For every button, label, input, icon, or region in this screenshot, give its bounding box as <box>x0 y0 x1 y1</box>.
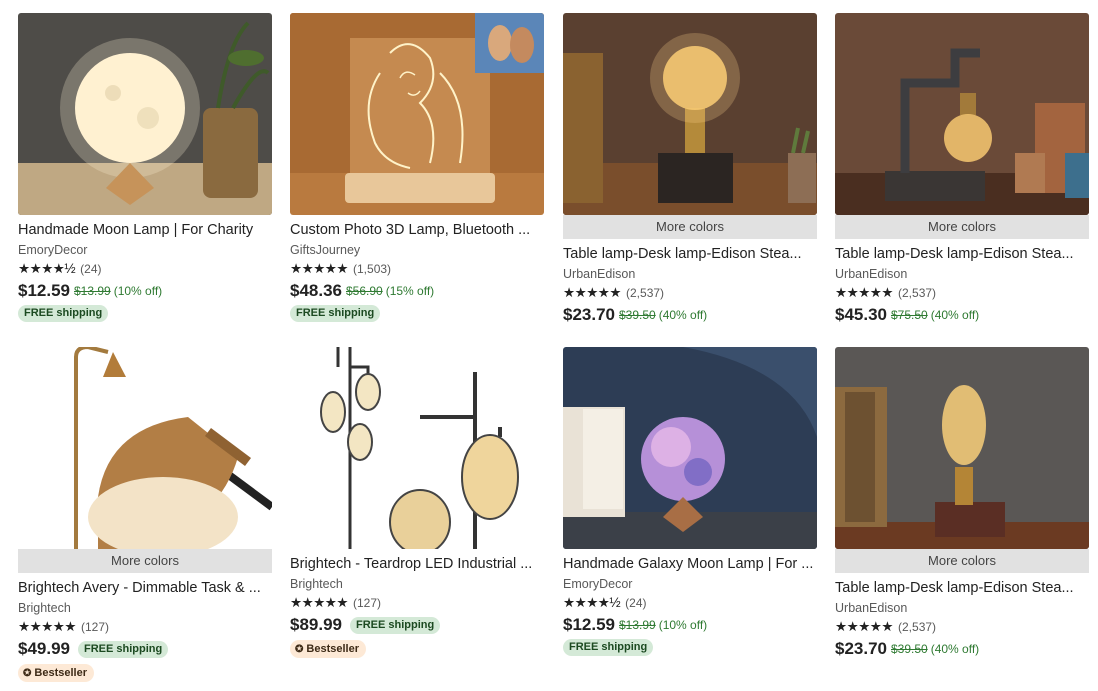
shop-name: GiftsJourney <box>290 243 361 257</box>
more-colors-bar[interactable]: More colors <box>18 549 272 573</box>
price-row: $12.59 $13.99 (10% off) <box>18 279 272 303</box>
shop-name: Brightech <box>290 577 343 591</box>
listing-card[interactable]: Custom Photo 3D Lamp, Bluetooth ... Gift… <box>290 13 544 322</box>
price-row: $23.70 $39.50 (40% off) <box>563 303 817 327</box>
bestseller-badge: ✪ Bestseller <box>18 664 94 682</box>
star-rating-icon: ★★★★★ <box>563 285 622 300</box>
free-shipping-badge: FREE shipping <box>563 639 654 656</box>
discount-label: (15% off) <box>385 284 435 298</box>
sale-price: $48.36 <box>290 281 342 300</box>
rating: ★★★★★ (2,537) <box>563 283 817 303</box>
review-count: (24) <box>80 262 102 276</box>
shop-name: EmoryDecor <box>563 577 633 591</box>
sale-price: $89.99 <box>290 615 342 634</box>
award-ribbon-icon: ✪ <box>23 668 32 679</box>
star-rating-icon: ★★★★★ <box>290 595 349 610</box>
sale-price: $23.70 <box>835 639 887 658</box>
star-rating-icon: ★★★★½ <box>563 595 621 610</box>
original-price: $75.50 <box>891 308 928 322</box>
price-row: $45.30 $75.50 (40% off) <box>835 303 1089 327</box>
review-count: (127) <box>81 620 110 634</box>
price-row: $49.99 FREE shipping <box>18 637 272 661</box>
bestseller-label: Bestseller <box>306 643 359 655</box>
bestseller-badge: ✪ Bestseller <box>290 640 366 658</box>
listing-title[interactable]: Brightech Avery - Dimmable Task & ... <box>18 578 272 598</box>
review-count: (2,537) <box>898 286 937 300</box>
sale-price: $12.59 <box>563 615 615 634</box>
shop-name: Brightech <box>18 601 71 615</box>
listing-card[interactable]: More colors Brightech Avery - Dimmable T… <box>18 347 272 682</box>
sale-price: $23.70 <box>563 305 615 324</box>
price-row: $89.99 FREE shipping <box>290 613 544 637</box>
listing-image[interactable] <box>18 347 272 549</box>
rating: ★★★★★ (2,537) <box>835 617 1089 637</box>
discount-label: (40% off) <box>930 642 980 656</box>
listing-card[interactable]: Handmade Moon Lamp | For Charity EmoryDe… <box>18 13 272 322</box>
original-price: $13.99 <box>619 618 656 632</box>
listing-image[interactable] <box>563 13 817 215</box>
listing-card[interactable]: Brightech - Teardrop LED Industrial ... … <box>290 347 544 658</box>
listing-title[interactable]: Table lamp-Desk lamp-Edison Stea... <box>835 244 1089 264</box>
discount-label: (40% off) <box>658 308 708 322</box>
listing-image[interactable] <box>835 13 1089 215</box>
star-rating-icon: ★★★★★ <box>18 619 77 634</box>
rating: ★★★★★ (127) <box>18 617 272 637</box>
award-ribbon-icon: ✪ <box>295 644 304 655</box>
review-count: (2,537) <box>626 286 665 300</box>
star-rating-icon: ★★★★½ <box>18 261 76 276</box>
free-shipping-badge: FREE shipping <box>78 640 169 658</box>
rating: ★★★★★ (127) <box>290 593 544 613</box>
star-rating-icon: ★★★★★ <box>835 619 894 634</box>
star-rating-icon: ★★★★★ <box>290 261 349 276</box>
listing-title[interactable]: Handmade Galaxy Moon Lamp | For ... <box>563 554 817 574</box>
sale-price: $45.30 <box>835 305 887 324</box>
star-rating-icon: ★★★★★ <box>835 285 894 300</box>
listing-title[interactable]: Table lamp-Desk lamp-Edison Stea... <box>563 244 817 264</box>
listing-image[interactable] <box>835 347 1089 549</box>
price-row: $48.36 $56.90 (15% off) <box>290 279 544 303</box>
review-count: (127) <box>353 596 382 610</box>
rating: ★★★★½ (24) <box>18 259 272 279</box>
listing-card[interactable]: More colors Table lamp-Desk lamp-Edison … <box>835 13 1089 327</box>
listing-title[interactable]: Brightech - Teardrop LED Industrial ... <box>290 554 544 574</box>
more-colors-bar[interactable]: More colors <box>563 215 817 239</box>
listing-card[interactable]: Handmade Galaxy Moon Lamp | For ... Emor… <box>563 347 817 656</box>
discount-label: (10% off) <box>113 284 163 298</box>
listing-image[interactable] <box>290 13 544 215</box>
price-row: $23.70 $39.50 (40% off) <box>835 637 1089 661</box>
listing-image[interactable] <box>290 347 544 549</box>
original-price: $39.50 <box>891 642 928 656</box>
sale-price: $12.59 <box>18 281 70 300</box>
review-count: (24) <box>625 596 647 610</box>
listing-title[interactable]: Custom Photo 3D Lamp, Bluetooth ... <box>290 220 544 240</box>
shop-name: EmoryDecor <box>18 243 88 257</box>
review-count: (2,537) <box>898 620 937 634</box>
listing-title[interactable]: Table lamp-Desk lamp-Edison Stea... <box>835 578 1089 598</box>
rating: ★★★★★ (1,503) <box>290 259 544 279</box>
listing-image[interactable] <box>18 13 272 215</box>
free-shipping-badge: FREE shipping <box>350 616 441 634</box>
discount-label: (40% off) <box>930 308 980 322</box>
price-row: $12.59 $13.99 (10% off) <box>563 613 817 637</box>
review-count: (1,503) <box>353 262 392 276</box>
listing-title[interactable]: Handmade Moon Lamp | For Charity <box>18 220 272 240</box>
original-price: $39.50 <box>619 308 656 322</box>
discount-label: (10% off) <box>658 618 708 632</box>
more-colors-bar[interactable]: More colors <box>835 549 1089 573</box>
shop-name: UrbanEdison <box>835 267 908 281</box>
listing-card[interactable]: More colors Table lamp-Desk lamp-Edison … <box>835 347 1089 661</box>
free-shipping-badge: FREE shipping <box>290 305 381 322</box>
listing-card[interactable]: More colors Table lamp-Desk lamp-Edison … <box>563 13 817 327</box>
bestseller-label: Bestseller <box>34 667 87 679</box>
listing-image[interactable] <box>563 347 817 549</box>
free-shipping-badge: FREE shipping <box>18 305 109 322</box>
rating: ★★★★★ (2,537) <box>835 283 1089 303</box>
shop-name: UrbanEdison <box>835 601 908 615</box>
sale-price: $49.99 <box>18 639 70 658</box>
more-colors-bar[interactable]: More colors <box>835 215 1089 239</box>
original-price: $13.99 <box>74 284 111 298</box>
shop-name: UrbanEdison <box>563 267 636 281</box>
original-price: $56.90 <box>346 284 383 298</box>
rating: ★★★★½ (24) <box>563 593 817 613</box>
